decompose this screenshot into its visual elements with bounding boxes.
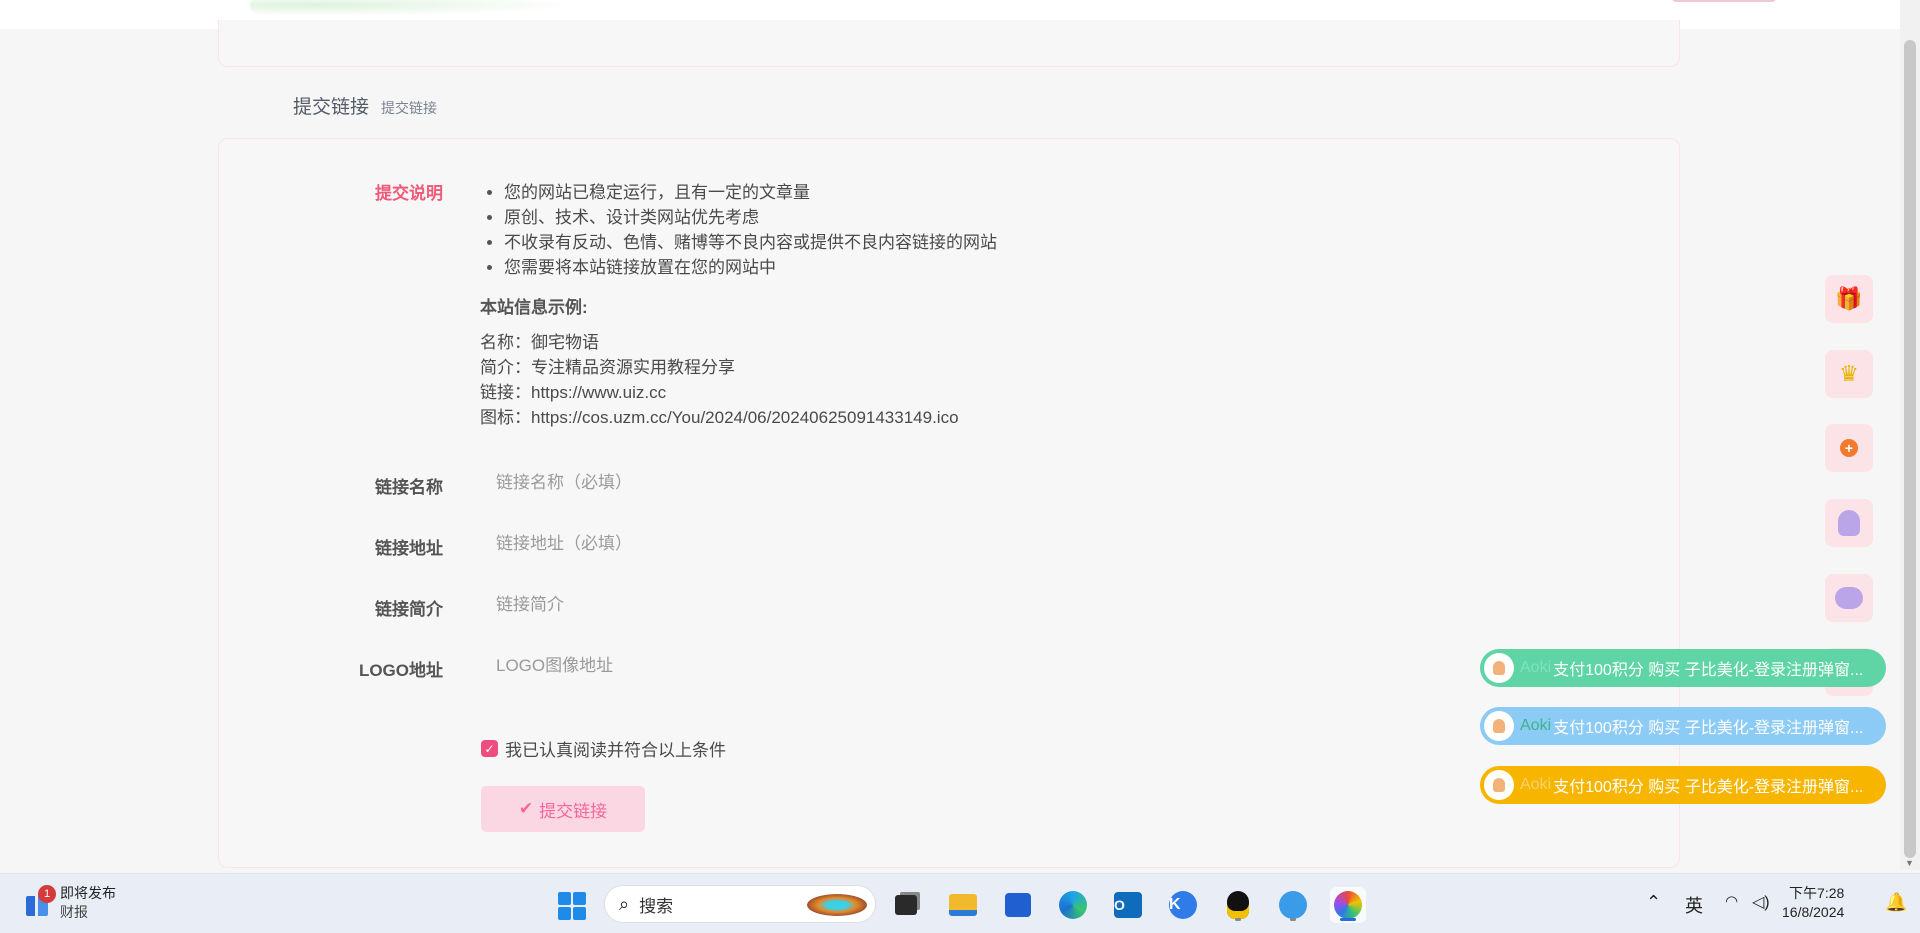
avatar [1484, 653, 1514, 683]
volume-icon[interactable]: ◁) [1752, 892, 1770, 912]
submit-link-label: 提交链接 [539, 801, 608, 821]
link-intro-label: 链接简介 [375, 600, 443, 619]
submit-link-button[interactable]: ✔ 提交链接 [481, 786, 645, 832]
scrollbar-thumb[interactable] [1904, 40, 1916, 858]
example-info: 名称：御宅物语 简介：专注精品资源实用教程分享 链接：https://www.u… [480, 330, 959, 430]
wechat-icon [1835, 587, 1863, 609]
toast-message: 支付100积分 购买 子比美化-登录注册弹窗... [1553, 662, 1864, 679]
section-title: 提交链接 [293, 97, 370, 118]
clock-time: 下午7:28 [1789, 885, 1845, 901]
qq-app-button[interactable] [1220, 887, 1256, 923]
link-url-label: 链接地址 [375, 539, 443, 558]
notification-bell-icon[interactable]: 🔔 [1885, 892, 1907, 913]
edge-button[interactable] [1055, 887, 1091, 923]
rule-item: 您需要将本站链接放置在您的网站中 [504, 255, 997, 280]
news-title: 即将发布 [60, 885, 116, 901]
link-url-input[interactable] [480, 524, 1480, 564]
example-icon-url: 图标：https://cos.uzm.cc/You/2024/06/202406… [480, 408, 959, 427]
clock-date: 16/8/2024 [1782, 904, 1845, 920]
colorful-browser-icon [1334, 891, 1362, 919]
outlook-button[interactable]: O [1110, 887, 1146, 923]
news-widget[interactable]: 1 即将发布 财报 [24, 884, 116, 922]
folder-icon [949, 894, 977, 916]
store-icon [1005, 893, 1031, 917]
purchase-toast: Aoki 支付100积分 购买 子比美化-登录注册弹窗... [1480, 649, 1886, 687]
section-heading: 提交链接 提交链接 [293, 92, 437, 119]
search-label: 搜索 [639, 896, 674, 916]
header-user-pill[interactable] [1672, 0, 1776, 2]
user-avatar-icon [1493, 778, 1505, 792]
toast-message: 支付100积分 购买 子比美化-登录注册弹窗... [1553, 779, 1864, 796]
example-title: 本站信息示例: [480, 298, 588, 317]
previous-card [218, 20, 1680, 67]
toast-message: 支付100积分 购买 子比美化-登录注册弹窗... [1553, 720, 1864, 737]
example-name: 名称：御宅物语 [480, 333, 599, 352]
qq-app-icon [1227, 891, 1249, 919]
taskbar-search[interactable]: ⌕ 搜索 [604, 885, 876, 923]
logo-url-input[interactable] [480, 646, 1480, 686]
search-highlight-image [807, 894, 867, 916]
gift-button[interactable]: 🎁 [1825, 275, 1873, 323]
avatar [1484, 711, 1514, 741]
toast-user: Aoki [1520, 776, 1552, 793]
news-subtitle: 财报 [60, 904, 88, 920]
crown-icon: ♛ [1839, 361, 1859, 386]
browser-app-icon [1279, 891, 1307, 919]
k-app-button[interactable]: K [1165, 887, 1201, 923]
task-view-button[interactable] [888, 887, 924, 923]
file-explorer-button[interactable] [945, 887, 981, 923]
link-name-input[interactable] [480, 463, 1480, 503]
user-avatar-icon [1493, 719, 1505, 733]
ime-indicator[interactable]: 英 [1685, 892, 1703, 918]
qq-penguin-icon [1838, 510, 1860, 536]
agree-row[interactable]: ✓ 我已认真阅读并符合以上条件 [481, 736, 726, 761]
header-decoration [250, 0, 580, 16]
wechat-button[interactable] [1825, 574, 1873, 622]
vip-button[interactable]: ♛ [1825, 350, 1873, 398]
k-app-icon: K [1169, 891, 1197, 919]
qq-button[interactable] [1825, 499, 1873, 547]
toast-user: Aoki [1520, 659, 1552, 676]
agree-label[interactable]: 我已认真阅读并符合以上条件 [505, 736, 726, 761]
purchase-toast: Aoki 支付100积分 购买 子比美化-登录注册弹窗... [1480, 707, 1886, 745]
rule-item: 原创、技术、设计类网站优先考虑 [504, 205, 997, 230]
purchase-toast: Aoki 支付100积分 购买 子比美化-登录注册弹窗... [1480, 766, 1886, 804]
rule-item: 您的网站已稳定运行，且有一定的文章量 [504, 180, 997, 205]
page-scrollbar[interactable]: ▼ [1900, 0, 1920, 870]
news-badge: 1 [38, 885, 56, 903]
store-button[interactable] [1000, 887, 1036, 923]
taskbar: 1 即将发布 财报 ⌕ 搜索 O K ⌃ 英 ◠ ◁) 下午7:28 16/8/… [0, 873, 1920, 933]
link-name-label: 链接名称 [375, 478, 443, 497]
clock[interactable]: 下午7:28 16/8/2024 [1782, 884, 1844, 922]
gift-icon: 🎁 [1835, 286, 1863, 311]
example-link: 链接：https://www.uiz.cc [480, 383, 667, 402]
show-hidden-icons-chevron-icon[interactable]: ⌃ [1646, 892, 1661, 913]
section-subtitle: 提交链接 [381, 100, 438, 116]
example-desc: 简介：专注精品资源实用教程分享 [480, 358, 735, 377]
search-icon: ⌕ [619, 893, 630, 914]
link-intro-input[interactable] [480, 585, 1480, 625]
agree-checkbox[interactable]: ✓ [481, 740, 498, 757]
start-button[interactable] [558, 892, 586, 920]
task-view-icon [895, 895, 917, 915]
instructions-label: 提交说明 [375, 184, 443, 203]
rule-item: 不收录有反动、色情、赌博等不良内容或提供不良内容链接的网站 [504, 230, 997, 255]
plus-circle-icon: + [1840, 439, 1858, 457]
scroll-down-arrow-icon[interactable]: ▼ [1905, 858, 1914, 868]
toast-user: Aoki [1520, 717, 1552, 734]
user-avatar-icon [1493, 661, 1505, 675]
add-button[interactable]: + [1825, 424, 1873, 472]
avatar [1484, 770, 1514, 800]
check-icon: ✔ [518, 799, 534, 818]
outlook-icon: O [1114, 892, 1142, 918]
edge-icon [1059, 891, 1087, 919]
rules-list: 您的网站已稳定运行，且有一定的文章量 原创、技术、设计类网站优先考虑 不收录有反… [480, 180, 997, 280]
windows-logo-icon [558, 892, 571, 905]
wifi-icon[interactable]: ◠ [1725, 892, 1738, 910]
logo-url-label: LOGO地址 [358, 661, 443, 680]
check-icon: ✓ [484, 741, 495, 756]
news-chart-icon: 1 [24, 885, 56, 918]
chrome-like-app-button[interactable] [1330, 887, 1366, 923]
browser-app-button[interactable] [1275, 887, 1311, 923]
